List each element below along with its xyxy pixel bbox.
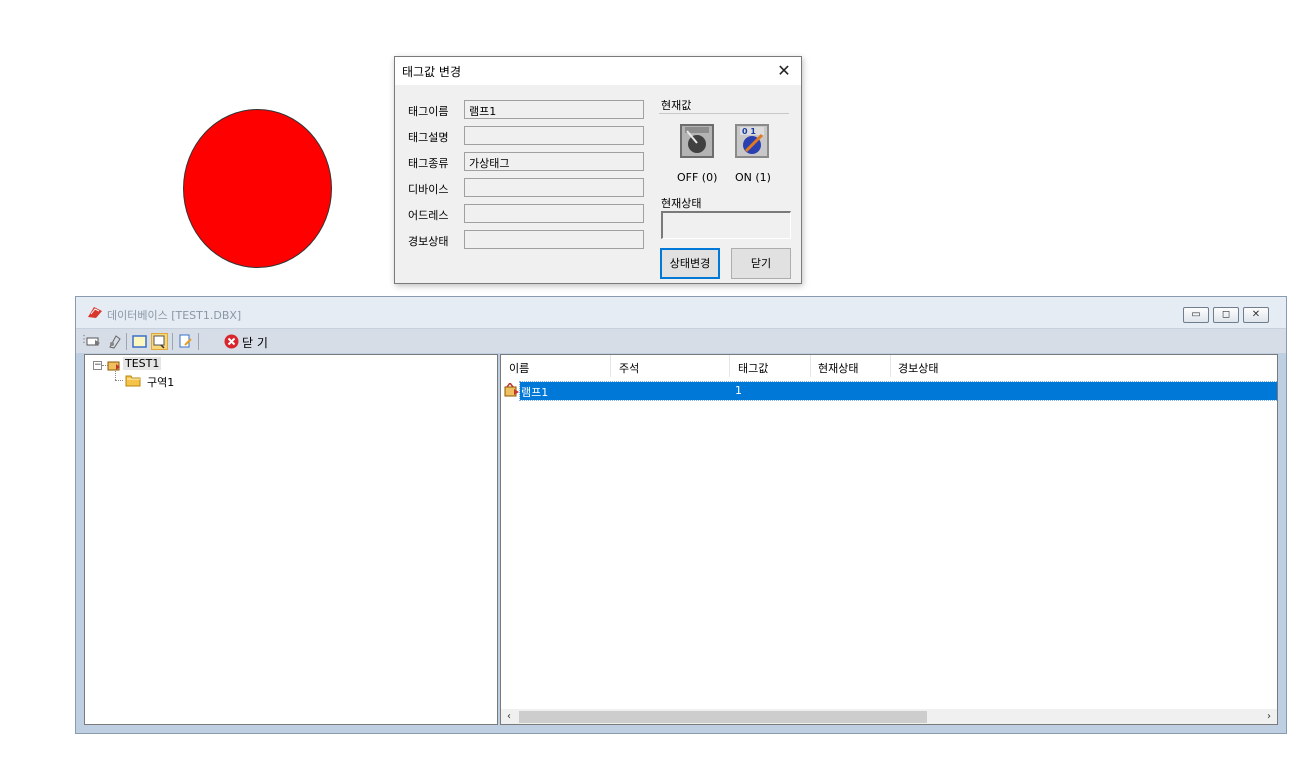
dialog-titlebar: 태그값 변경 ✕ bbox=[395, 57, 801, 85]
red-lamp-indicator[interactable] bbox=[183, 109, 332, 268]
off-caption: OFF (0) bbox=[677, 171, 718, 184]
change-state-button[interactable]: 상태변경 bbox=[660, 248, 720, 279]
column-header-alarm-state[interactable]: 경보상태 bbox=[898, 360, 938, 376]
field-label-address: 어드레스 bbox=[408, 209, 449, 222]
dialog-close-button[interactable]: 닫기 bbox=[731, 248, 791, 279]
edit-document-icon[interactable] bbox=[177, 333, 194, 350]
root-tag-icon bbox=[107, 360, 121, 375]
tag-type-field[interactable]: 가상태그 bbox=[464, 152, 644, 171]
column-divider[interactable] bbox=[890, 355, 891, 377]
tag-value-dialog: 태그값 변경 ✕ 태그이름 램프1 태그설명 태그종류 가상태그 디바이스 어드… bbox=[394, 56, 802, 284]
field-label-device: 디바이스 bbox=[408, 183, 449, 196]
tag-list-panel: 이름 주석 태그값 현재상태 경보상태 램프1 1 ‹ › bbox=[500, 354, 1278, 725]
scroll-right-icon[interactable]: › bbox=[1261, 709, 1277, 724]
column-divider[interactable] bbox=[729, 355, 730, 377]
switch-on-icon[interactable]: 0 1 bbox=[735, 124, 769, 158]
tag-desc-field[interactable] bbox=[464, 126, 644, 145]
database-title: 데이터베이스 [TEST1.DBX] bbox=[107, 309, 242, 322]
database-titlebar: 데이터베이스 [TEST1.DBX] ▭ ◻ ✕ bbox=[76, 297, 1286, 329]
tag-search-icon[interactable] bbox=[106, 333, 123, 350]
current-state-label: 현재상태 bbox=[661, 197, 702, 210]
restore-icon[interactable]: ◻ bbox=[1213, 307, 1239, 323]
field-label-alarm-state: 경보상태 bbox=[408, 235, 449, 248]
database-app-icon bbox=[87, 305, 103, 319]
scrollbar-thumb[interactable] bbox=[519, 711, 927, 723]
window-view-icon[interactable] bbox=[131, 333, 148, 350]
toolbar-divider bbox=[126, 333, 127, 350]
toolbar-close-label[interactable]: 닫 기 bbox=[242, 334, 268, 351]
close-icon[interactable]: ✕ bbox=[773, 60, 795, 82]
tag-view-icon[interactable] bbox=[85, 333, 102, 350]
switch-on-digits: 0 1 bbox=[742, 127, 756, 136]
column-header-current-state[interactable]: 현재상태 bbox=[818, 360, 858, 376]
column-divider[interactable] bbox=[610, 355, 611, 377]
column-header-tag-value[interactable]: 태그값 bbox=[738, 360, 768, 376]
horizontal-scrollbar[interactable]: ‹ › bbox=[501, 709, 1277, 724]
tree-line bbox=[115, 380, 123, 382]
current-state-field[interactable] bbox=[661, 211, 791, 239]
tag-name-field[interactable]: 램프1 bbox=[464, 100, 644, 119]
field-label-tag-name: 태그이름 bbox=[408, 105, 449, 118]
cell-name: 램프1 bbox=[521, 386, 549, 399]
tree-panel: − TEST1 구역1 bbox=[84, 354, 498, 725]
device-field[interactable] bbox=[464, 178, 644, 197]
folder-icon bbox=[125, 373, 141, 390]
collapse-icon[interactable]: − bbox=[93, 361, 102, 370]
tree-item-test1[interactable]: TEST1 bbox=[123, 357, 162, 370]
dialog-title: 태그값 변경 bbox=[402, 65, 462, 79]
toolbar-divider bbox=[172, 333, 173, 350]
column-divider[interactable] bbox=[810, 355, 811, 377]
field-label-tag-desc: 태그설명 bbox=[408, 131, 449, 144]
cell-tag-value: 1 bbox=[735, 384, 742, 397]
address-field[interactable] bbox=[464, 204, 644, 223]
tree-item-zone1[interactable]: 구역1 bbox=[147, 374, 174, 390]
tag-row-icon bbox=[504, 381, 520, 401]
tree-line bbox=[115, 371, 117, 380]
current-value-label: 현재값 bbox=[661, 99, 692, 112]
column-header-name[interactable]: 이름 bbox=[509, 360, 529, 376]
close-red-icon[interactable] bbox=[223, 333, 240, 350]
field-label-tag-type: 태그종류 bbox=[408, 157, 449, 170]
alarm-state-field[interactable] bbox=[464, 230, 644, 249]
column-header-comment[interactable]: 주석 bbox=[619, 360, 639, 376]
toolbar-divider bbox=[198, 333, 199, 350]
on-caption: ON (1) bbox=[735, 171, 771, 184]
scroll-left-icon[interactable]: ‹ bbox=[501, 709, 517, 724]
minimize-icon[interactable]: ▭ bbox=[1183, 307, 1209, 323]
table-row[interactable]: 램프1 1 bbox=[519, 381, 1277, 401]
database-window: 데이터베이스 [TEST1.DBX] ▭ ◻ ✕ ⋮ 닫 기 − TEST1 구… bbox=[75, 296, 1287, 734]
list-view-icon[interactable] bbox=[151, 333, 168, 350]
window-close-icon[interactable]: ✕ bbox=[1243, 307, 1269, 323]
database-toolbar: ⋮ 닫 기 bbox=[76, 329, 1286, 353]
switch-off-icon[interactable] bbox=[680, 124, 714, 158]
